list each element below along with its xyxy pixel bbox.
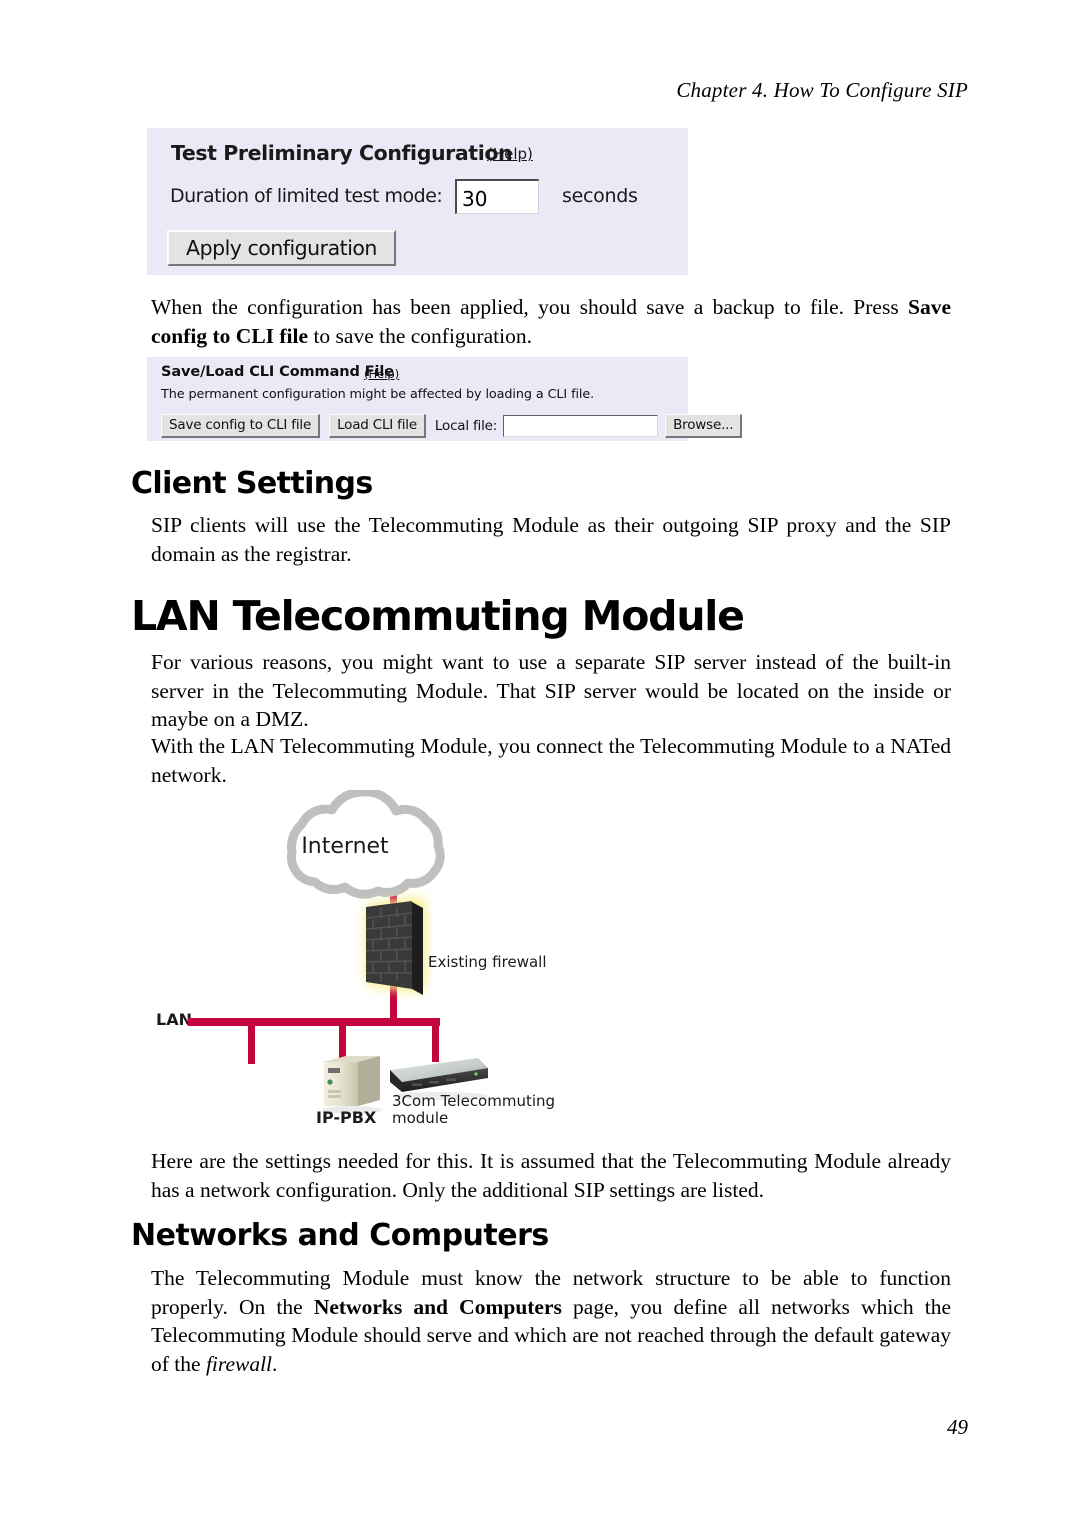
ip-pbx-icon xyxy=(322,1056,382,1114)
panel-title: Test Preliminary Configuration xyxy=(171,141,513,165)
lan-stub-module xyxy=(432,1022,439,1062)
page-number: 49 xyxy=(947,1415,968,1439)
paragraph-save-backup: When the configuration has been applied,… xyxy=(151,293,951,350)
heading-client-settings: Client Settings xyxy=(131,466,373,501)
help-link[interactable]: (Help) xyxy=(487,145,533,163)
seconds-unit-label: seconds xyxy=(562,185,638,207)
para-text-part1: When the configuration has been applied,… xyxy=(151,295,908,319)
panel-title: Save/Load CLI Command File xyxy=(161,364,394,380)
duration-label: Duration of limited test mode: xyxy=(170,185,443,207)
para-text-part2: to save the configuration. xyxy=(308,323,532,348)
internet-label: Internet xyxy=(301,834,389,859)
lan-stub-ippbx xyxy=(339,1022,346,1062)
panel-note: The permanent configuration might be aff… xyxy=(161,387,595,402)
save-load-cli-command-file-panel: Save/Load CLI Command File (Help) The pe… xyxy=(147,357,743,441)
para-bold-networks-computers: Networks and Computers xyxy=(313,1294,562,1319)
local-file-label: Local file: xyxy=(434,418,498,434)
apply-configuration-button[interactable]: Apply configuration xyxy=(167,230,396,266)
paragraph-with-lan-module: With the LAN Telecommuting Module, you c… xyxy=(151,734,951,787)
save-config-to-cli-file-button[interactable]: Save config to CLI file xyxy=(161,414,321,438)
lan-bus-line xyxy=(188,1018,440,1026)
lan-label: LAN xyxy=(156,1010,192,1029)
help-link[interactable]: (Help) xyxy=(364,367,399,381)
local-file-input[interactable] xyxy=(503,415,659,437)
test-preliminary-configuration-panel: Test Preliminary Configuration (Help) Du… xyxy=(147,128,688,275)
heading-networks-and-computers: Networks and Computers xyxy=(131,1218,549,1253)
cli-file-controls-row: Save config to CLI file Load CLI file Lo… xyxy=(161,414,743,438)
para-text-part3: . xyxy=(272,1351,278,1376)
telecommuting-module-label-line1: 3Com Telecommuting xyxy=(392,1092,555,1110)
firewall-label: Existing firewall xyxy=(428,953,547,971)
paragraph-network-structure: The Telecommuting Module must know the n… xyxy=(151,1264,951,1378)
running-head: Chapter 4. How To Configure SIP xyxy=(676,78,968,102)
paragraph-sip-clients: SIP clients will use the Telecommuting M… xyxy=(151,513,951,566)
telecommuting-module-label-line2: module xyxy=(392,1109,448,1127)
load-cli-file-button[interactable]: Load CLI file xyxy=(329,414,426,438)
paragraph-various-reasons: For various reasons, you might want to u… xyxy=(151,650,951,731)
paragraph-here-are-settings: Here are the settings needed for this. I… xyxy=(151,1149,951,1202)
para-italic-firewall: firewall xyxy=(205,1351,273,1376)
lan-stub-left xyxy=(248,1022,255,1064)
ip-pbx-label: IP-PBX xyxy=(316,1108,377,1127)
network-topology-diagram: Internet Existing firewall LAN IP-PBX 3C… xyxy=(140,790,560,1130)
browse-button[interactable]: Browse... xyxy=(665,414,743,438)
firewall-icon xyxy=(365,899,423,995)
internet-cloud-icon: Internet xyxy=(287,790,445,899)
duration-input[interactable] xyxy=(455,179,539,214)
heading-lan-telecommuting-module: LAN Telecommuting Module xyxy=(131,592,745,640)
